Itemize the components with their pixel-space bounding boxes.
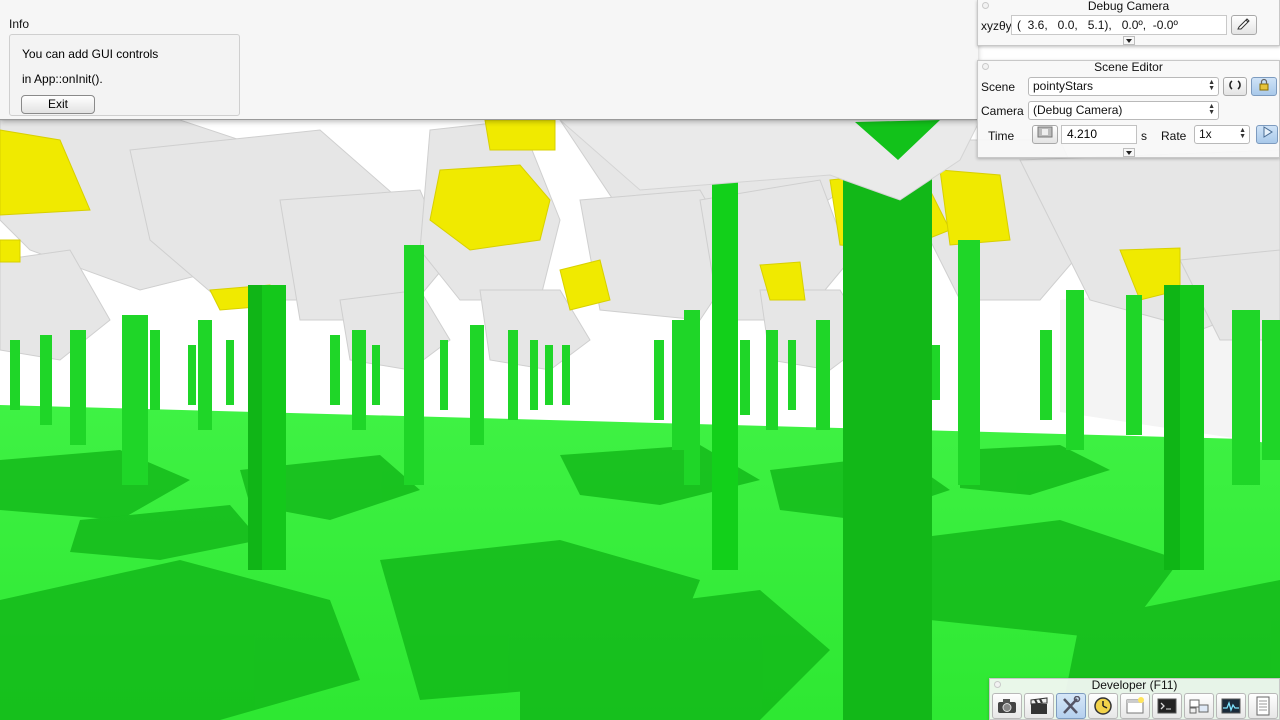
- scene-editor-title[interactable]: Scene Editor: [978, 61, 1279, 74]
- lock-scene-button[interactable]: [1251, 77, 1277, 96]
- info-text-line-2: in App::onInit().: [22, 72, 103, 86]
- lock-icon: [1259, 78, 1269, 91]
- camera-coordinates-field[interactable]: ( 3.6, 0.0, 5.1), 0.0º, -0.0º: [1011, 15, 1227, 35]
- info-pane: Info You can add GUI controls in App::on…: [0, 0, 978, 120]
- tools-icon[interactable]: [1056, 693, 1086, 719]
- info-box: You can add GUI controls in App::onInit(…: [9, 34, 240, 116]
- reload-icon: [1229, 80, 1241, 90]
- scene-graph-icon[interactable]: [1184, 693, 1214, 719]
- scene-label: Scene: [981, 80, 1016, 94]
- window-icon[interactable]: [1120, 693, 1150, 719]
- rate-dropdown[interactable]: 1x ▲ ▼: [1194, 125, 1250, 144]
- developer-window: Developer (F11): [989, 678, 1280, 720]
- scene-dropdown[interactable]: pointyStars ▲ ▼: [1028, 77, 1219, 96]
- camera-icon[interactable]: [992, 693, 1022, 719]
- time-unit-label: s: [1141, 129, 1147, 143]
- reset-time-button[interactable]: [1032, 125, 1058, 144]
- rate-label: Rate: [1161, 129, 1187, 143]
- dropdown-arrows-icon: ▲ ▼: [1239, 127, 1246, 140]
- scene-dropdown-value: pointyStars: [1033, 79, 1094, 93]
- developer-title[interactable]: Developer (F11): [990, 679, 1279, 692]
- play-icon: [1263, 126, 1273, 138]
- info-pane-title: Info: [9, 17, 30, 31]
- dropdown-arrows-icon: ▲ ▼: [1208, 103, 1215, 116]
- time-field[interactable]: 4.210: [1061, 125, 1137, 144]
- console-icon[interactable]: [1152, 693, 1182, 719]
- document-icon[interactable]: [1248, 693, 1278, 719]
- dropdown-arrows-icon: ▲ ▼: [1208, 79, 1215, 92]
- scene-editor-window: Scene Editor Scene pointyStars ▲ ▼ Camera…: [977, 60, 1280, 158]
- debug-camera-window: Debug Camera xyzθyθxθz ( 3.6, 0.0, 5.1),…: [977, 0, 1280, 46]
- exit-button[interactable]: Exit: [21, 95, 95, 114]
- reload-scene-button[interactable]: [1223, 77, 1247, 96]
- time-label: Time: [988, 129, 1015, 143]
- camera-dropdown-value: (Debug Camera): [1033, 103, 1123, 117]
- camera-label: Camera: [981, 104, 1024, 118]
- collapse-icon[interactable]: [1123, 148, 1135, 157]
- info-text-line-1: You can add GUI controls: [22, 47, 159, 61]
- rate-dropdown-value: 1x: [1199, 127, 1212, 141]
- film-icon: [1037, 126, 1053, 138]
- play-button[interactable]: [1256, 125, 1278, 144]
- camera-dropdown[interactable]: (Debug Camera) ▲ ▼: [1028, 101, 1219, 120]
- pencil-icon: [1237, 18, 1250, 30]
- collapse-icon[interactable]: [1123, 36, 1135, 45]
- debug-camera-title[interactable]: Debug Camera: [978, 0, 1279, 13]
- clapperboard-icon[interactable]: [1024, 693, 1054, 719]
- profiler-icon[interactable]: [1216, 693, 1246, 719]
- clock-icon[interactable]: [1088, 693, 1118, 719]
- edit-coordinates-button[interactable]: [1231, 15, 1257, 35]
